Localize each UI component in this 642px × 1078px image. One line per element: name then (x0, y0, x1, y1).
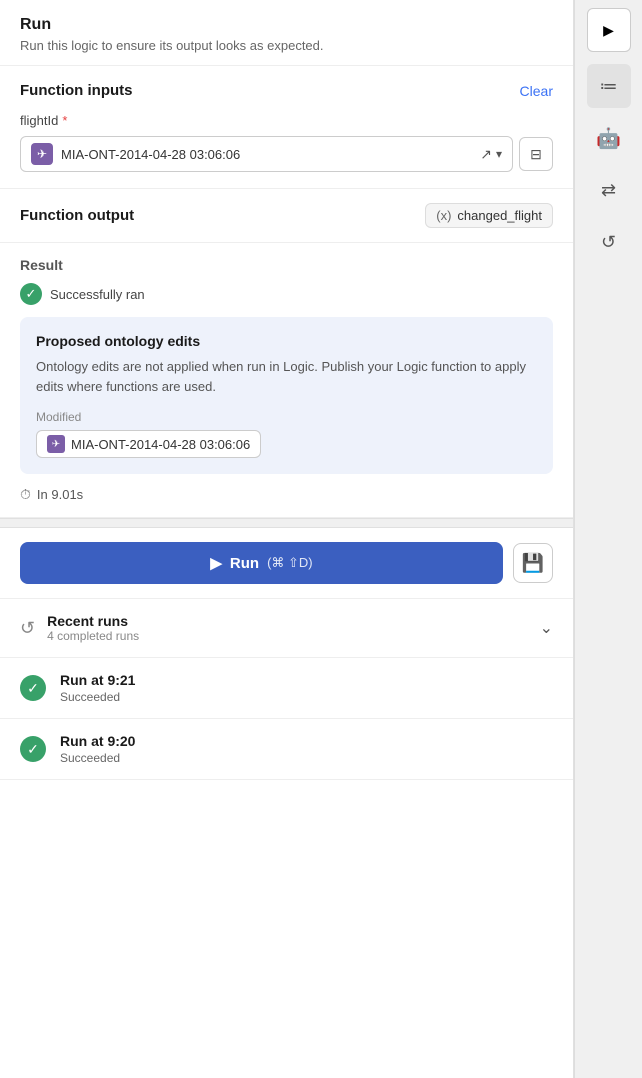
function-output-title: Function output (20, 207, 134, 224)
sidebar-history-button[interactable]: ↺ (587, 220, 631, 264)
flight-value: MIA-ONT-2014-04-28 03:06:06 (61, 147, 472, 162)
sidebar-shuffle-icon: ⇄ (601, 180, 616, 201)
run-item-status-0: Succeeded (60, 690, 135, 704)
success-row: ✓ Successfully ran (20, 283, 553, 305)
result-title: Result (20, 257, 553, 273)
run-item-title-1: Run at 9:20 (60, 733, 135, 749)
function-inputs-title: Function inputs (20, 82, 132, 99)
success-icon: ✓ (20, 283, 42, 305)
run-item-1[interactable]: ✓ Run at 9:20 Succeeded (0, 719, 573, 780)
run-item-success-icon-1: ✓ (20, 736, 46, 762)
sidebar-robot-icon: 🤖 (596, 126, 621, 151)
flight-icon: ✈ (31, 143, 53, 165)
variable-icon: (x) (436, 208, 451, 223)
expand-icon[interactable]: ⌄ (540, 618, 553, 638)
sidebar-robot-button[interactable]: 🤖 (587, 116, 631, 160)
recent-runs-title: Recent runs (47, 613, 139, 629)
run-label: Run (230, 555, 259, 572)
grid-icon: ⊟ (530, 146, 542, 163)
success-text: Successfully ran (50, 287, 145, 302)
timer-icon: ⏱ (20, 486, 31, 503)
proposed-title: Proposed ontology edits (36, 333, 537, 349)
field-label: flightId * (20, 113, 553, 128)
timing-text: In 9.01s (37, 487, 83, 502)
run-item-info-0: Run at 9:21 Succeeded (60, 672, 135, 704)
output-badge: (x) changed_flight (425, 203, 553, 228)
sidebar-play-icon: ▶ (603, 22, 614, 39)
flight-input-row: ✈ MIA-ONT-2014-04-28 03:06:06 ↗ ▾ ⊟ (20, 136, 553, 172)
run-button[interactable]: ▶ Run (⌘ ⇧D) (20, 542, 503, 584)
recent-runs-left: ↺ Recent runs 4 completed runs (20, 613, 139, 643)
required-indicator: * (62, 113, 67, 128)
run-header: Run Run this logic to ensure its output … (0, 0, 573, 66)
recent-runs-subtitle: 4 completed runs (47, 629, 139, 643)
run-item-0[interactable]: ✓ Run at 9:21 Succeeded (0, 658, 573, 719)
flight-input[interactable]: ✈ MIA-ONT-2014-04-28 03:06:06 ↗ ▾ (20, 136, 513, 172)
input-controls: ↗ ▾ (480, 146, 502, 163)
save-button[interactable]: 💾 (513, 543, 553, 583)
run-subtitle: Run this logic to ensure its output look… (20, 38, 553, 53)
sidebar-list-button[interactable]: ≔ (587, 64, 631, 108)
recent-runs-info: Recent runs 4 completed runs (47, 613, 139, 643)
function-output-section: Function output (x) changed_flight (0, 189, 573, 243)
chevron-down-icon[interactable]: ▾ (496, 147, 502, 161)
run-item-info-1: Run at 9:20 Succeeded (60, 733, 135, 765)
result-section: Result ✓ Successfully ran Proposed ontol… (0, 243, 573, 518)
output-badge-label: changed_flight (457, 208, 542, 223)
recent-runs-section[interactable]: ↺ Recent runs 4 completed runs ⌄ (0, 599, 573, 658)
run-item-status-1: Succeeded (60, 751, 135, 765)
clear-button[interactable]: Clear (520, 83, 553, 99)
recent-runs-icon: ↺ (20, 618, 35, 639)
external-link-icon[interactable]: ↗ (480, 146, 492, 163)
modified-flight-value: MIA-ONT-2014-04-28 03:06:06 (71, 437, 250, 452)
run-item-title-0: Run at 9:21 (60, 672, 135, 688)
main-panel: Run Run this logic to ensure its output … (0, 0, 574, 1078)
run-shortcut: (⌘ ⇧D) (267, 555, 313, 571)
function-inputs-header: Function inputs Clear (20, 82, 553, 99)
sidebar-history-icon: ↺ (601, 232, 616, 253)
sidebar: ▶ ≔ 🤖 ⇄ ↺ (574, 0, 642, 1078)
save-icon: 💾 (522, 553, 544, 574)
grid-button[interactable]: ⊟ (519, 137, 553, 171)
sidebar-shuffle-button[interactable]: ⇄ (587, 168, 631, 212)
run-item-success-icon-0: ✓ (20, 675, 46, 701)
section-divider (0, 518, 573, 528)
sidebar-list-icon: ≔ (600, 76, 618, 97)
timing-row: ⏱ In 9.01s (20, 486, 553, 503)
modified-flight: ✈ MIA-ONT-2014-04-28 03:06:06 (36, 430, 261, 458)
run-title: Run (20, 16, 553, 34)
run-play-icon: ▶ (210, 554, 222, 572)
proposed-description: Ontology edits are not applied when run … (36, 357, 537, 396)
modified-flight-icon: ✈ (47, 435, 65, 453)
run-area: ▶ Run (⌘ ⇧D) 💾 (0, 528, 573, 599)
field-name: flightId (20, 113, 58, 128)
sidebar-play-button[interactable]: ▶ (587, 8, 631, 52)
modified-label: Modified (36, 410, 537, 424)
proposed-ontology-box: Proposed ontology edits Ontology edits a… (20, 317, 553, 474)
function-inputs-section: Function inputs Clear flightId * ✈ MIA-O… (0, 66, 573, 189)
